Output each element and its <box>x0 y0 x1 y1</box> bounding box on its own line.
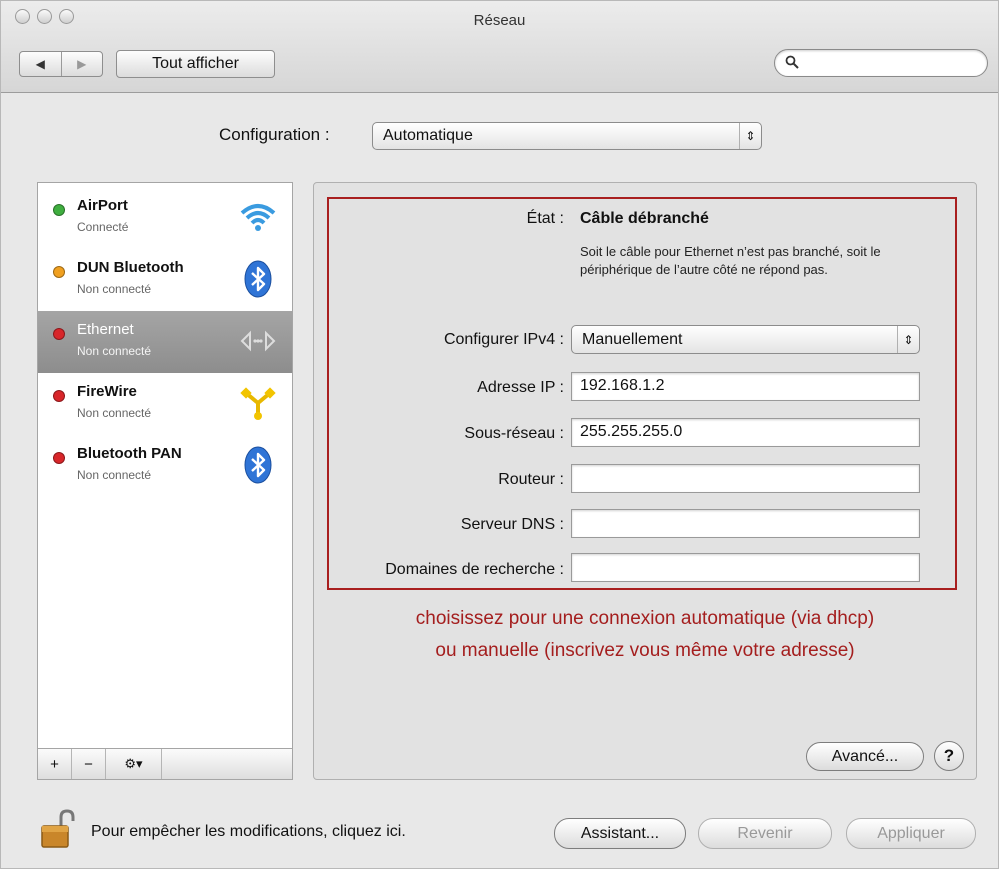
network-preferences-window: Réseau ◀ ▶ Tout afficher Configuration :… <box>0 0 999 869</box>
firewire-icon <box>240 387 276 420</box>
lock-instruction-text: Pour empêcher les modifications, cliquez… <box>91 823 406 840</box>
service-item-dun-bluetooth[interactable]: DUN Bluetooth Non connecté <box>38 249 292 311</box>
router-field[interactable] <box>571 464 920 493</box>
remove-service-button[interactable]: − <box>72 749 106 779</box>
configuration-popup[interactable]: Automatique ⇕ <box>372 122 762 150</box>
status-dot-green <box>53 204 65 216</box>
bluetooth-icon <box>244 446 272 484</box>
search-field[interactable] <box>774 49 988 77</box>
popup-arrows-icon: ⇕ <box>897 326 919 353</box>
configuration-value: Automatique <box>383 127 473 144</box>
unlocked-padlock-icon[interactable] <box>39 809 79 849</box>
back-forward-control: ◀ ▶ <box>19 51 103 77</box>
subnet-label: Sous-réseau : <box>464 425 564 442</box>
service-name: AirPort <box>77 197 128 214</box>
service-item-firewire[interactable]: FireWire Non connecté <box>38 373 292 435</box>
search-icon <box>785 55 799 72</box>
service-list: AirPort Connecté DUN Bluetooth Non conne… <box>37 182 293 780</box>
forward-arrow-icon[interactable]: ▶ <box>60 52 103 76</box>
back-arrow-icon[interactable]: ◀ <box>20 52 61 76</box>
etat-label: État : <box>526 210 564 227</box>
ip-address-label: Adresse IP : <box>477 379 564 396</box>
ip-address-field[interactable]: 192.168.1.2 <box>571 372 920 401</box>
configuration-label: Configuration : <box>219 125 330 144</box>
dns-field[interactable] <box>571 509 920 538</box>
annotation-line-2: ou manuelle (inscrivez vous même votre a… <box>435 640 855 661</box>
subnet-field[interactable]: 255.255.255.0 <box>571 418 920 447</box>
service-name: Ethernet <box>77 321 134 338</box>
ethernet-icon <box>240 330 276 352</box>
show-all-button[interactable]: Tout afficher <box>116 50 275 78</box>
router-label: Routeur : <box>498 471 564 488</box>
ipv4-label: Configurer IPv4 : <box>443 331 564 348</box>
search-domains-label: Domaines de recherche : <box>385 561 564 578</box>
help-button[interactable]: ? <box>934 741 964 771</box>
status-dot-red <box>53 452 65 464</box>
service-status: Non connecté <box>77 468 152 482</box>
add-service-button[interactable]: + <box>38 749 72 779</box>
status-dot-orange <box>53 266 65 278</box>
window-title: Réseau <box>473 12 526 29</box>
etat-value: Câble débranché <box>580 210 709 227</box>
wifi-icon <box>240 204 276 231</box>
status-dot-red <box>53 390 65 402</box>
annotation-line-1: choisissez pour une connexion automatiqu… <box>415 608 875 629</box>
ipv4-value: Manuellement <box>582 330 683 348</box>
service-item-bluetooth-pan[interactable]: Bluetooth PAN Non connecté <box>38 435 292 497</box>
service-status: Non connecté <box>77 344 152 358</box>
service-list-toolbar: + − ⚙▾ <box>38 748 292 779</box>
service-status: Non connecté <box>77 406 152 420</box>
apply-button[interactable]: Appliquer <box>846 818 976 849</box>
action-menu-button[interactable]: ⚙▾ <box>106 749 162 779</box>
popup-arrows-icon: ⇕ <box>739 123 761 149</box>
toolbar: Réseau ◀ ▶ Tout afficher <box>1 1 998 93</box>
service-name: Bluetooth PAN <box>77 445 182 462</box>
service-name: FireWire <box>77 383 137 400</box>
revert-button[interactable]: Revenir <box>698 818 832 849</box>
ipv4-popup[interactable]: Manuellement ⇕ <box>571 325 920 354</box>
dns-label: Serveur DNS : <box>460 516 564 533</box>
advanced-button[interactable]: Avancé... <box>806 742 924 771</box>
status-dot-red <box>53 328 65 340</box>
etat-description: Soit le câble pour Ethernet n’est pas br… <box>580 244 881 277</box>
service-name: DUN Bluetooth <box>77 259 184 276</box>
service-status: Connecté <box>77 220 129 234</box>
service-item-ethernet[interactable]: Ethernet Non connecté <box>38 311 292 373</box>
assistant-button[interactable]: Assistant... <box>554 818 686 849</box>
search-domains-field[interactable] <box>571 553 920 582</box>
service-item-airport[interactable]: AirPort Connecté <box>38 187 292 249</box>
bluetooth-icon <box>244 260 272 298</box>
service-status: Non connecté <box>77 282 152 296</box>
